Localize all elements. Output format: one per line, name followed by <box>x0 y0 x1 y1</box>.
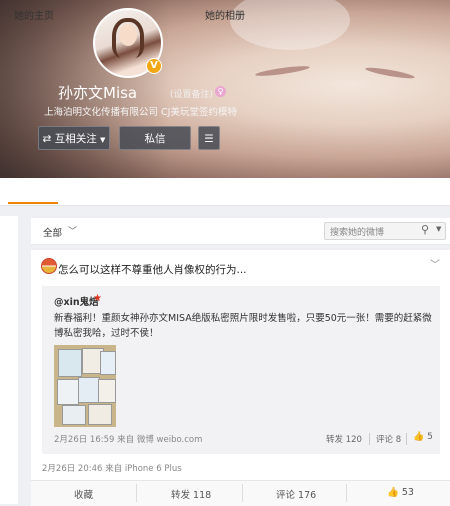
divider <box>242 484 243 502</box>
swap-arrows-icon: ⇄ <box>42 133 52 145</box>
comment-button[interactable]: 评论 176 <box>276 487 316 501</box>
star-icon: ★ <box>93 293 102 304</box>
divider <box>369 433 370 445</box>
left-sidebar <box>0 216 18 504</box>
repost-like-count: 5 <box>427 432 433 442</box>
post-meta: 2月26日 20:46 来自 iPhone 6 Plus <box>42 464 182 474</box>
profile-tabs <box>0 178 450 206</box>
repost-image-thumbnail[interactable] <box>54 345 116 427</box>
search-placeholder: 搜索她的微博 <box>330 228 385 238</box>
like-button[interactable]: 👍 53 <box>387 487 414 498</box>
active-tab-indicator <box>8 202 58 204</box>
repost-text: 新春福利！重颜女神孙亦文MISA绝版私密照片限时发售啦，只要50元一张！需要的赶… <box>54 313 432 339</box>
repost-author-link[interactable]: @xin鬼焙 <box>54 294 99 308</box>
repost-comment-count[interactable]: 评论 8 <box>376 433 401 445</box>
thumbs-up-icon: 👍 <box>413 432 425 442</box>
divider <box>136 484 137 502</box>
female-icon: ♀ <box>215 86 226 97</box>
repost-like-button[interactable]: 👍 5 <box>413 432 433 442</box>
profile-name: 孙亦文Misa <box>58 84 138 102</box>
caret-down-icon: ▼ <box>100 136 106 144</box>
tab-home[interactable]: 她的主页 <box>14 7 54 22</box>
search-icon[interactable]: ⚲ <box>421 223 429 236</box>
repost-button[interactable]: 转发 118 <box>171 487 211 501</box>
chevron-down-icon[interactable]: ﹀ <box>430 256 440 271</box>
message-button[interactable]: 私信 <box>119 126 191 150</box>
post-author-avatar[interactable] <box>41 258 57 274</box>
verified-description: 上海泊明文化传播有限公司 CJ美玩堂签约模特 <box>44 107 237 118</box>
caret-down-icon[interactable]: ▼ <box>436 225 441 233</box>
verified-badge-icon: V <box>146 58 162 74</box>
menu-icon[interactable]: ☰ <box>198 126 220 150</box>
collect-button[interactable]: 收藏 <box>74 487 93 501</box>
set-remark-link[interactable]: (设置备注) <box>170 87 213 100</box>
filter-all-dropdown[interactable]: 全部 <box>43 225 62 239</box>
divider <box>346 484 347 502</box>
post-text: 怎么可以这样不尊重他人肖像权的行为... <box>58 264 247 276</box>
thumbs-up-icon: 👍 <box>387 487 399 498</box>
divider <box>406 433 407 445</box>
repost-meta: 2月26日 16:59 来自 微博 weibo.com <box>54 435 203 445</box>
tab-album[interactable]: 她的相册 <box>205 7 245 22</box>
chevron-down-icon[interactable]: ﹀ <box>68 224 77 237</box>
like-count: 53 <box>401 487 414 498</box>
repost-repost-count[interactable]: 转发 120 <box>326 433 362 445</box>
follow-button-label: 互相关注 <box>54 133 97 145</box>
mutual-follow-button[interactable]: ⇄ 互相关注 ▼ <box>38 126 110 150</box>
